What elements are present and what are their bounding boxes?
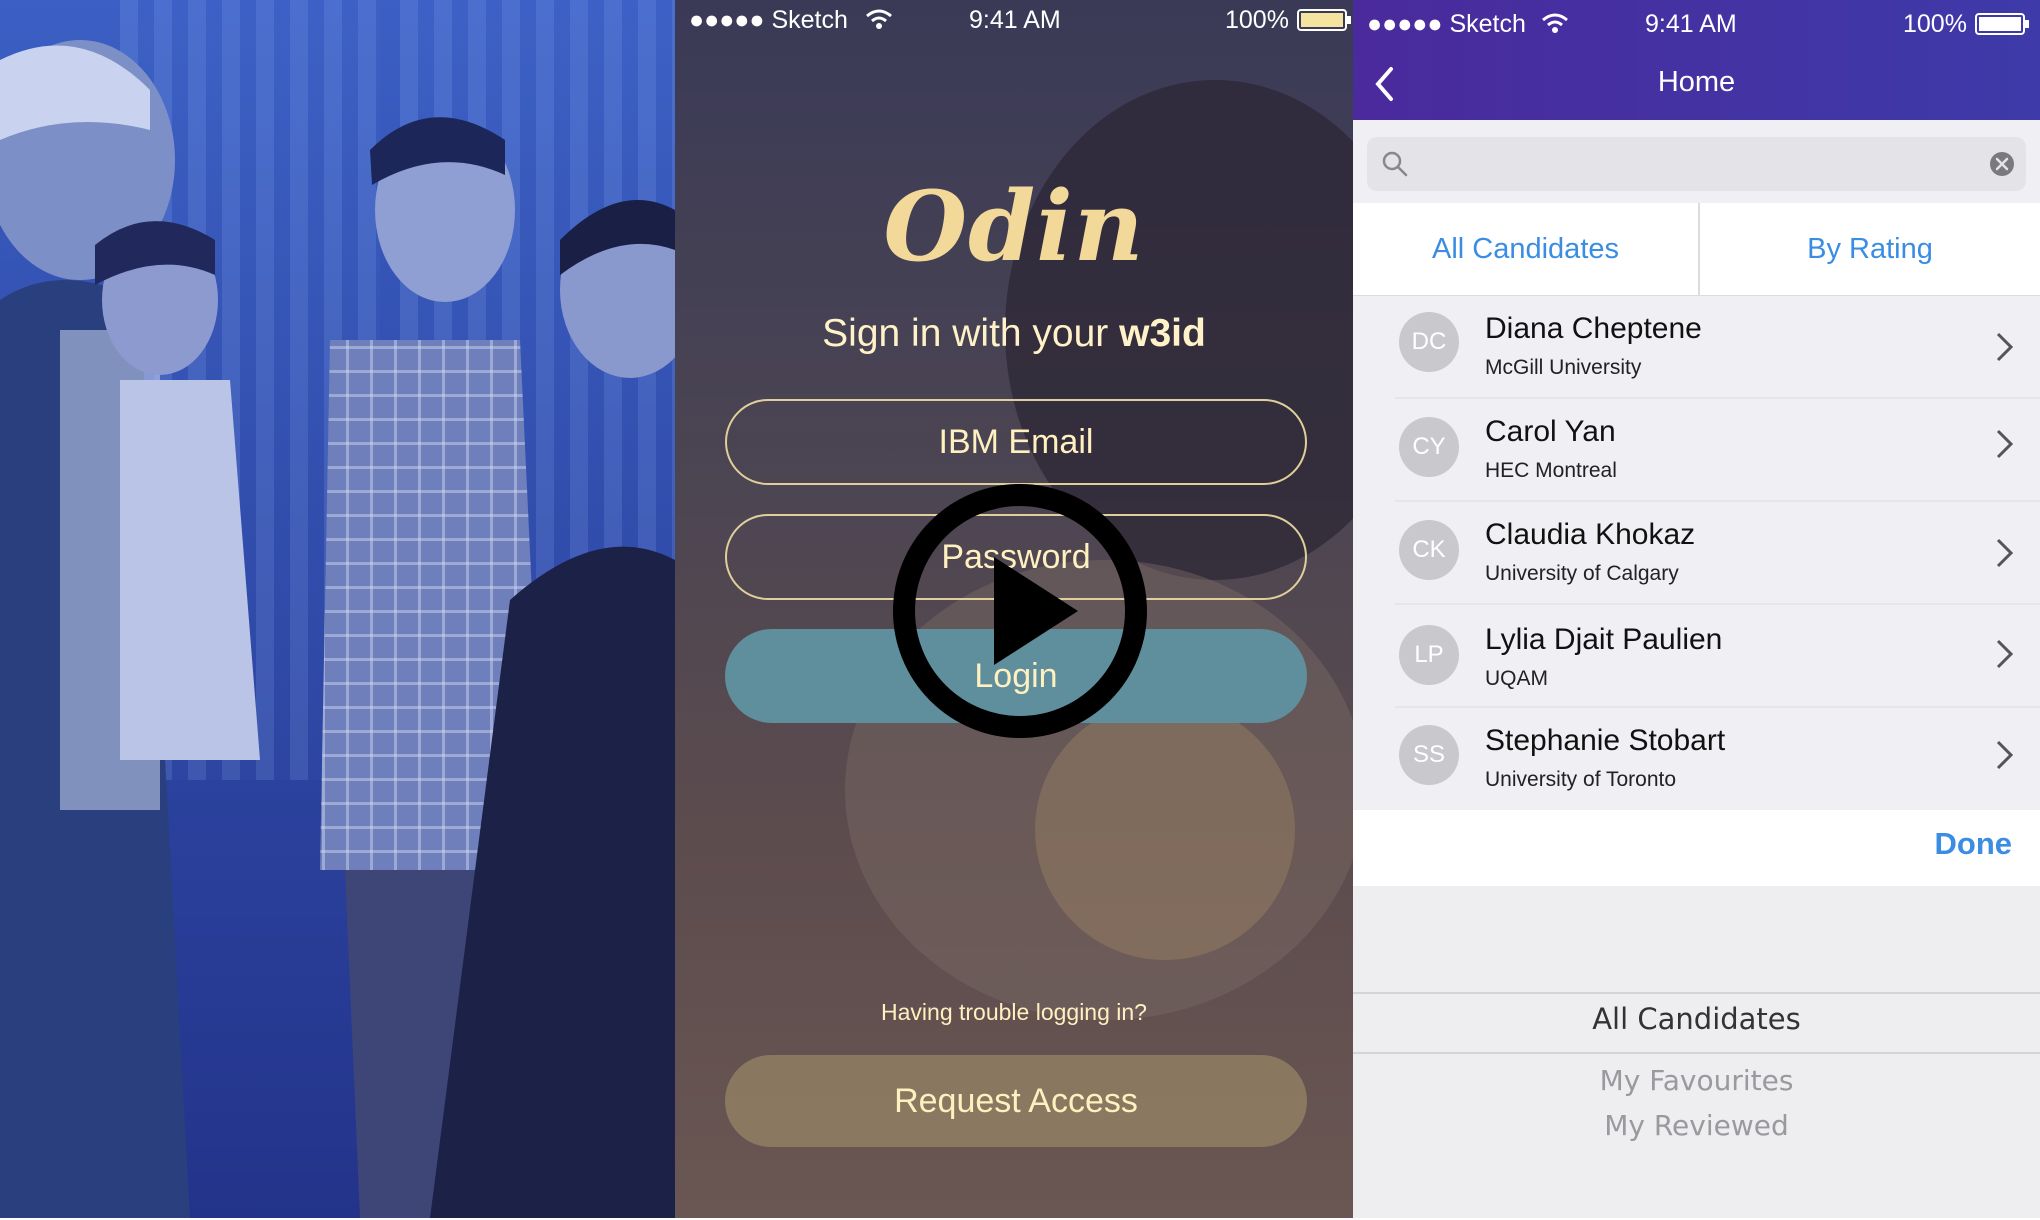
picker-toolbar: Done xyxy=(1353,810,2040,886)
background-photo xyxy=(1035,700,1295,960)
avatar: SS xyxy=(1399,725,1459,785)
list-item[interactable]: CK Claudia Khokaz University of Calgary xyxy=(1353,502,2040,605)
chevron-right-icon xyxy=(1996,332,2014,362)
picker-selection-line xyxy=(1353,1052,2040,1054)
candidate-name: Lylia Djait Paulien xyxy=(1485,623,1723,656)
play-icon[interactable] xyxy=(892,483,1148,739)
home-screen: ●●●●● Sketch 9:41 AM 100% Home All Candi… xyxy=(1353,0,2040,1218)
candidate-school: HEC Montreal xyxy=(1485,459,1617,482)
request-access-label: Request Access xyxy=(894,1081,1138,1120)
headline-prefix: Sign in with your xyxy=(822,312,1109,355)
candidate-name: Diana Cheptene xyxy=(1485,312,1702,345)
chevron-right-icon xyxy=(1996,740,2014,770)
sign-in-headline: Sign in with your w3id xyxy=(675,312,1353,356)
list-item[interactable]: DC Diana Cheptene McGill University xyxy=(1353,296,2040,399)
done-button[interactable]: Done xyxy=(1935,826,2013,862)
status-battery-level: 100% xyxy=(1903,10,1967,38)
trouble-link[interactable]: Having trouble logging in? xyxy=(675,999,1353,1026)
segmented-tabs: All Candidates By Rating xyxy=(1353,203,2040,296)
clear-icon[interactable] xyxy=(1988,150,2016,178)
avatar: LP xyxy=(1399,625,1459,685)
chevron-right-icon xyxy=(1996,639,2014,669)
team-photo-panel xyxy=(0,0,675,1218)
list-item[interactable]: CY Carol Yan HEC Montreal xyxy=(1353,399,2040,502)
battery-icon xyxy=(1297,9,1351,31)
status-battery-level: 100% xyxy=(1225,6,1289,34)
navigation-bar: ●●●●● Sketch 9:41 AM 100% Home xyxy=(1353,0,2040,120)
email-placeholder: IBM Email xyxy=(938,422,1094,461)
tab-by-rating[interactable]: By Rating xyxy=(1700,203,2040,295)
status-carrier: ●●●●● Sketch xyxy=(689,6,848,34)
chevron-right-icon xyxy=(1996,538,2014,568)
picker-selection-line xyxy=(1353,992,2040,994)
avatar: DC xyxy=(1399,312,1459,372)
tab-all-candidates[interactable]: All Candidates xyxy=(1353,203,1698,295)
search-icon xyxy=(1382,151,1408,177)
odin-logo: Odin xyxy=(883,170,1145,283)
picker-option[interactable]: My Favourites xyxy=(1353,1064,2040,1097)
candidate-name: Stephanie Stobart xyxy=(1485,724,1726,757)
candidate-school: UQAM xyxy=(1485,667,1548,690)
list-item[interactable]: SS Stephanie Stobart University of Toron… xyxy=(1353,708,2040,806)
request-access-button[interactable]: Request Access xyxy=(725,1055,1307,1147)
avatar: CY xyxy=(1399,417,1459,477)
candidate-school: University of Calgary xyxy=(1485,562,1679,585)
wifi-icon xyxy=(1542,13,1568,33)
ibm-email-input[interactable]: IBM Email xyxy=(725,399,1307,485)
picker-option[interactable]: My Reviewed xyxy=(1353,1109,2040,1142)
people-illustration xyxy=(0,40,675,1218)
list-item[interactable]: LP Lylia Djait Paulien UQAM xyxy=(1353,605,2040,708)
candidate-name: Claudia Khokaz xyxy=(1485,518,1696,551)
screenshot-collage: ●●●●● Sketch 9:41 AM 100% Odin Sign in w… xyxy=(0,0,2040,1220)
headline-w3id: w3id xyxy=(1119,312,1206,355)
candidate-school: University of Toronto xyxy=(1485,768,1677,791)
status-time: 9:41 AM xyxy=(969,6,1061,34)
candidate-name: Carol Yan xyxy=(1485,415,1616,448)
picker-option-selected[interactable]: All Candidates xyxy=(1353,1002,2040,1036)
battery-icon xyxy=(1975,13,2029,35)
chevron-right-icon xyxy=(1996,429,2014,459)
status-carrier: ●●●●● Sketch xyxy=(1367,10,1526,38)
filter-picker[interactable]: All Candidates My Favourites My Reviewed xyxy=(1353,886,2040,1218)
status-time: 9:41 AM xyxy=(1645,10,1737,38)
wifi-icon xyxy=(866,9,892,29)
search-input[interactable] xyxy=(1367,137,2026,191)
nav-title: Home xyxy=(1657,66,1736,98)
candidate-school: McGill University xyxy=(1485,356,1642,379)
avatar: CK xyxy=(1399,520,1459,580)
